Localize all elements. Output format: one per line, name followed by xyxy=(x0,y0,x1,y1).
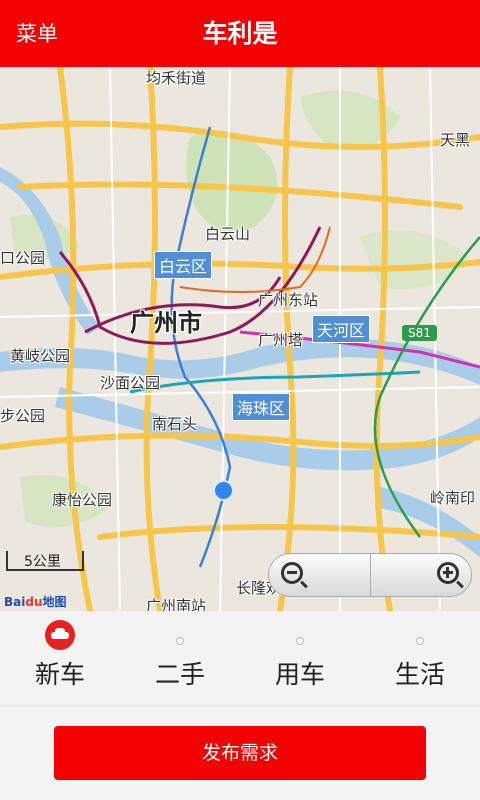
tab-used-car[interactable]: 二手 xyxy=(120,611,240,706)
map-label-bu-park: 步公园 xyxy=(0,407,46,425)
baidu-logo-map: 地图 xyxy=(42,595,67,609)
tab-indicator-dot xyxy=(416,637,424,645)
map-label-shamian-park: 沙面公园 xyxy=(100,374,161,392)
map-label-guangzhou-east: 广州东站 xyxy=(258,291,319,309)
tab-indicator-dot xyxy=(296,637,304,645)
map-scale: 5公里 xyxy=(6,551,84,571)
zoom-in-button[interactable] xyxy=(371,554,473,596)
map-label-junhe: 均禾街道 xyxy=(146,69,207,87)
zoom-control xyxy=(268,553,472,597)
route-badge: S81 xyxy=(402,325,437,341)
tab-life[interactable]: 生活 xyxy=(360,611,480,706)
baidu-logo-du: du xyxy=(25,595,43,609)
tab-indicator-dot xyxy=(176,637,184,645)
map-label-tianhe-district: 天河区 xyxy=(312,315,371,343)
map-label-kangle-park: 康怡公园 xyxy=(52,491,113,509)
car-icon xyxy=(45,620,75,650)
map-label-guangzhou-city: 广州市 xyxy=(130,309,202,337)
tab-new-car-label: 新车 xyxy=(34,660,85,689)
map-label-guangzhou-south: 广州南站 xyxy=(146,597,207,611)
tab-car-use[interactable]: 用车 xyxy=(240,611,360,706)
baidu-logo-text: Bai xyxy=(4,595,26,609)
tab-car-use-label: 用车 xyxy=(274,660,325,689)
map-label-baiyun-district: 白云区 xyxy=(154,251,213,279)
map-scale-label: 5公里 xyxy=(24,554,61,570)
publish-request-button[interactable]: 发布需求 xyxy=(54,726,426,780)
map-label-tianhu: 天黑 xyxy=(440,131,471,149)
app-title: 车利是 xyxy=(202,19,278,48)
map-label-nanshitou: 南石头 xyxy=(152,415,198,433)
map-label-kou-park: 口公园 xyxy=(0,249,46,267)
tab-new-car[interactable]: 新车 xyxy=(0,611,120,706)
tab-used-car-label: 二手 xyxy=(154,660,205,689)
baidu-map-logo: Baidu地图 xyxy=(4,593,67,610)
map-label-huangqi-park: 黄岐公园 xyxy=(10,347,71,365)
map-label-lingnan: 岭南印 xyxy=(430,489,476,507)
map-label-guangzhou-tower: 广州塔 xyxy=(258,331,304,349)
category-tabs: 新车 二手 用车 生活 xyxy=(0,611,480,706)
tab-life-label: 生活 xyxy=(394,660,445,689)
current-location-marker xyxy=(213,480,234,501)
bottom-action-area: 发布需求 xyxy=(0,706,480,800)
map-label-baiyunshan: 白云山 xyxy=(205,225,251,243)
zoom-out-button[interactable] xyxy=(269,554,371,596)
map-label-haizhu-district: 海珠区 xyxy=(232,393,291,421)
map-view[interactable]: 均禾街道 白云山 白云区 广州市 广州东站 广州塔 天河区 S81 天黑 口公园… xyxy=(0,67,480,611)
top-bar: 菜单 车利是 xyxy=(0,0,480,67)
